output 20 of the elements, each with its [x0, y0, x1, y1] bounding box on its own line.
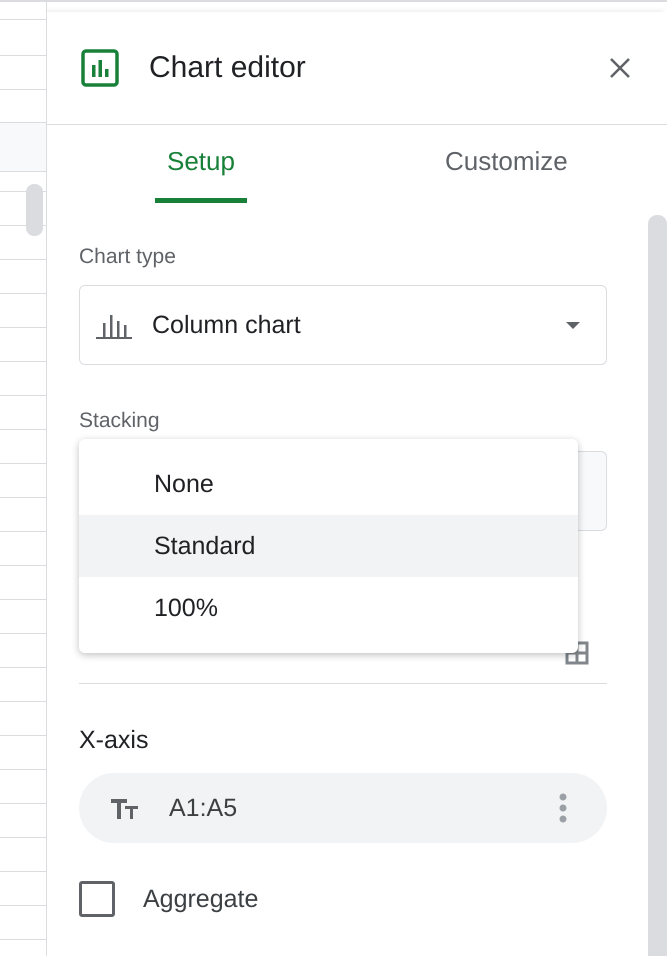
more-icon[interactable]: [559, 793, 567, 823]
field-label: Chart type: [79, 245, 176, 269]
close-icon[interactable]: [609, 57, 631, 79]
field-label: Stacking: [79, 409, 160, 433]
section-title: X-axis: [79, 726, 148, 755]
scrollbar-thumb[interactable]: [26, 184, 43, 236]
caret-icon: [566, 322, 580, 328]
panel-title: Chart editor: [149, 51, 307, 85]
chart-icon: [81, 49, 119, 87]
checkbox-label: Aggregate: [143, 884, 258, 914]
tab[interactable]: Customize: [432, 125, 580, 203]
scrollbar[interactable]: [648, 215, 667, 956]
menu-item[interactable]: None: [79, 453, 578, 515]
text-type-icon: [111, 797, 139, 819]
menu-item[interactable]: Standard: [79, 515, 578, 577]
menu-item[interactable]: 100%: [79, 577, 578, 639]
range-chip[interactable]: A1:A5: [79, 773, 607, 843]
checkbox[interactable]: [79, 881, 115, 917]
tab[interactable]: Setup: [155, 125, 247, 203]
chart-type-select[interactable]: Column chart: [79, 285, 607, 365]
